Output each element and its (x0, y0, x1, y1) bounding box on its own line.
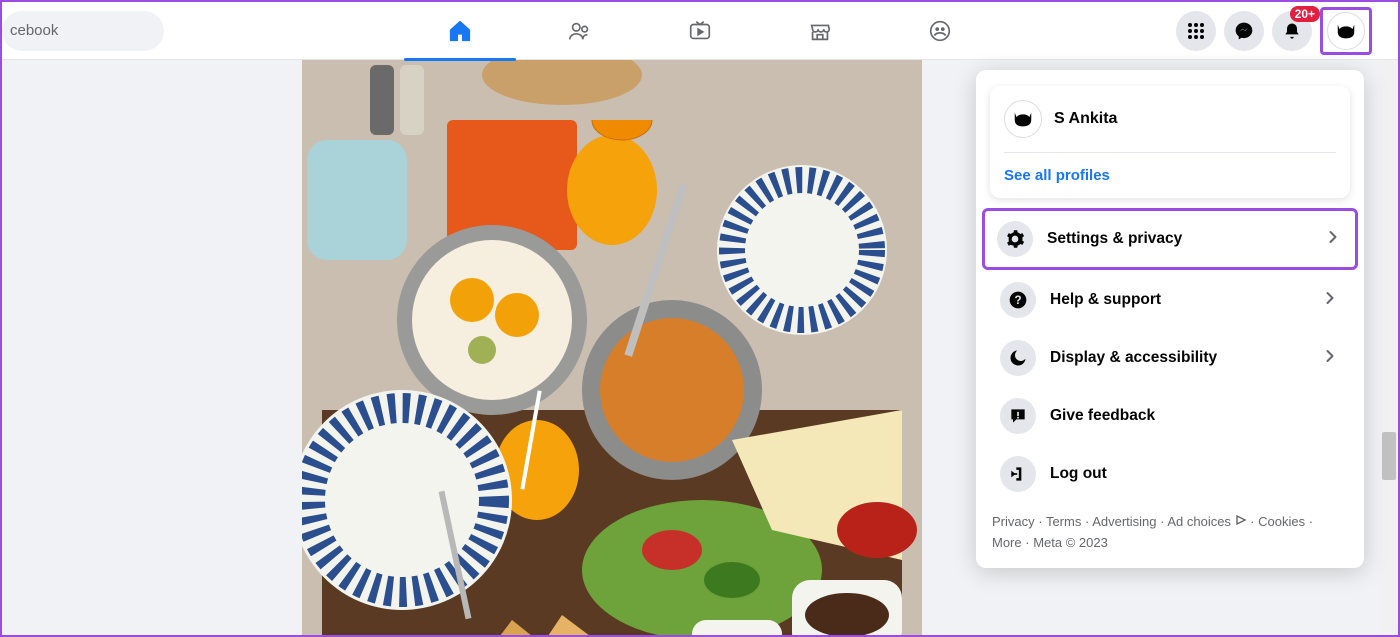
profile-link[interactable]: S Ankita (1004, 100, 1336, 138)
profile-name: S Ankita (1054, 110, 1117, 128)
menu-label: Log out (1050, 465, 1107, 483)
tab-groups[interactable] (884, 3, 996, 59)
menu-settings-privacy[interactable]: Settings & privacy (982, 208, 1358, 270)
chevron-right-icon (1320, 288, 1340, 313)
menu-help-support[interactable]: ? Help & support (984, 272, 1356, 328)
footer-cookies[interactable]: Cookies (1258, 514, 1305, 529)
see-all-profiles-link[interactable]: See all profiles (1004, 167, 1336, 184)
menu-label: Give feedback (1050, 407, 1155, 425)
account-button-highlight (1320, 7, 1372, 55)
feed-post-image[interactable] (302, 60, 922, 637)
divider (1004, 152, 1336, 153)
menu-label: Help & support (1050, 291, 1161, 309)
notifications-button[interactable]: 20+ (1272, 11, 1312, 51)
top-nav-header: cebook (2, 2, 1398, 60)
tab-marketplace[interactable] (764, 3, 876, 59)
menu-display-accessibility[interactable]: Display & accessibility (984, 330, 1356, 386)
left-sidebar-area (2, 60, 302, 635)
batman-avatar-icon (1335, 20, 1357, 42)
logout-icon (1000, 456, 1036, 492)
chevron-right-icon (1320, 346, 1340, 371)
tab-home[interactable] (404, 3, 516, 59)
tab-watch[interactable] (644, 3, 756, 59)
search-input[interactable]: cebook (2, 11, 164, 51)
food-photo-placeholder (302, 60, 922, 637)
footer-adchoices[interactable]: Ad choices (1167, 514, 1231, 529)
home-icon (447, 18, 473, 44)
menu-grid-button[interactable] (1176, 11, 1216, 51)
header-right-actions: 20+ (1176, 7, 1372, 55)
moon-icon (1000, 340, 1036, 376)
footer-meta: Meta © 2023 (1033, 535, 1108, 550)
adchoices-icon (1235, 512, 1247, 533)
menu-log-out[interactable]: Log out (984, 446, 1356, 502)
nav-tabs (224, 3, 1176, 59)
gear-icon (997, 221, 1033, 257)
footer-privacy[interactable]: Privacy (992, 514, 1035, 529)
tab-friends[interactable] (524, 3, 636, 59)
messenger-icon (1234, 21, 1254, 41)
search-placeholder-partial: cebook (10, 22, 58, 39)
footer-more[interactable]: More (992, 535, 1022, 550)
dropdown-footer: Privacy · Terms · Advertising · Ad choic… (976, 504, 1364, 558)
page-scrollbar[interactable]: ▴ (1380, 2, 1398, 635)
help-icon: ? (1000, 282, 1036, 318)
notification-badge: 20+ (1290, 6, 1320, 22)
messenger-button[interactable] (1224, 11, 1264, 51)
watch-icon (687, 18, 713, 44)
batman-avatar-icon (1012, 108, 1034, 130)
groups-icon (927, 18, 953, 44)
scroll-thumb[interactable] (1382, 432, 1396, 480)
profile-card: S Ankita See all profiles (990, 86, 1350, 198)
menu-give-feedback[interactable]: Give feedback (984, 388, 1356, 444)
marketplace-icon (807, 18, 833, 44)
avatar (1004, 100, 1042, 138)
footer-terms[interactable]: Terms (1046, 514, 1081, 529)
chevron-right-icon (1323, 227, 1343, 252)
account-button[interactable] (1327, 12, 1365, 50)
friends-icon (567, 18, 593, 44)
footer-advertising[interactable]: Advertising (1092, 514, 1156, 529)
account-dropdown-menu: S Ankita See all profiles Settings & pri… (976, 70, 1364, 568)
grid-icon (1186, 21, 1206, 41)
feedback-icon (1000, 398, 1036, 434)
menu-label: Display & accessibility (1050, 349, 1217, 367)
svg-text:?: ? (1014, 294, 1021, 307)
menu-label: Settings & privacy (1047, 230, 1182, 248)
bell-icon (1282, 21, 1302, 41)
